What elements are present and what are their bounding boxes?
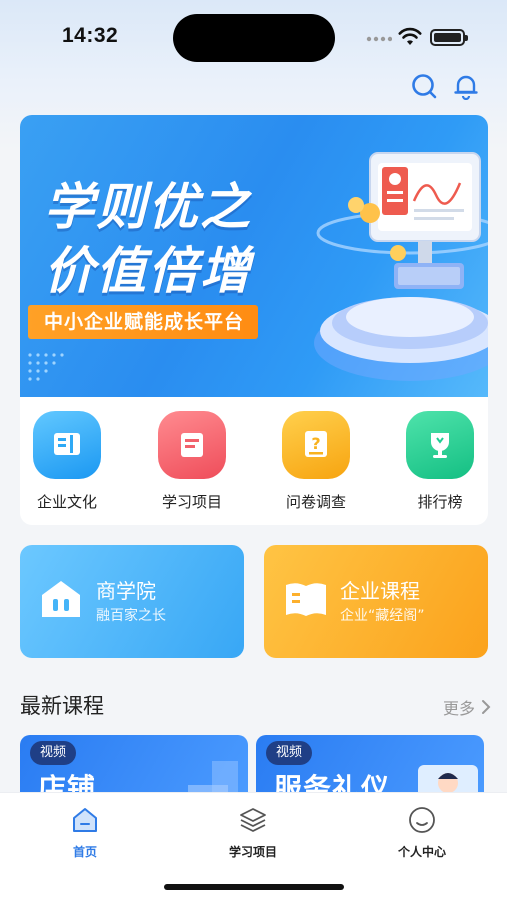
quick-nav-projects[interactable]: 学习项目: [142, 411, 242, 512]
dynamic-island: [173, 14, 335, 62]
quick-nav-ranking[interactable]: 排行榜: [390, 411, 490, 512]
smile-icon: [409, 807, 435, 833]
tab-label: 首页: [72, 845, 97, 859]
card-subtitle: 融百家之长: [96, 608, 166, 624]
home-indicator: [164, 884, 344, 890]
wifi-icon: [398, 27, 422, 45]
quick-nav-label: 学习项目: [161, 493, 222, 511]
course-badge: 视频: [266, 741, 313, 765]
tab-label: 学习项目: [228, 845, 277, 859]
search-icon[interactable]: [410, 72, 438, 100]
computer-illustration: [314, 152, 488, 381]
tab-label: 个人中心: [397, 845, 446, 859]
more-label: 更多: [442, 699, 475, 718]
banner-headline-2: 价值倍增: [44, 242, 252, 300]
business-school-card[interactable]: 商学院 融百家之长: [20, 545, 244, 658]
battery-icon: [430, 29, 468, 46]
home-icon: [73, 808, 97, 832]
school-icon: [42, 581, 80, 617]
document-icon: [33, 411, 101, 479]
section-title: 最新课程: [20, 694, 104, 718]
quick-nav-label: 排行榜: [417, 493, 463, 511]
question-icon: ?: [282, 411, 350, 479]
svg-text:?: ?: [311, 434, 320, 453]
company-courses-card[interactable]: 企业课程 企业“藏经阁”: [264, 545, 488, 658]
tab-home[interactable]: 首页: [25, 805, 145, 860]
trophy-icon: [406, 411, 474, 479]
banner-tagline: 中小企业赋能成长平台: [28, 305, 259, 339]
quick-nav-survey[interactable]: ? 问卷调查: [266, 411, 366, 512]
tab-projects[interactable]: 学习项目: [193, 805, 313, 860]
card-title: 商学院: [96, 579, 156, 603]
list-icon: [158, 411, 226, 479]
quick-nav-label: 问卷调查: [285, 493, 346, 511]
quick-nav-label: 企业文化: [36, 493, 97, 511]
more-link[interactable]: 更多: [443, 695, 491, 719]
quick-nav-culture[interactable]: 企业文化: [17, 411, 117, 512]
banner-headline-1: 学则优之: [44, 178, 252, 236]
book-icon: [286, 583, 326, 616]
course-badge: 视频: [30, 741, 77, 765]
signal-icon: [366, 36, 392, 42]
chevron-right-icon: [482, 700, 491, 714]
card-subtitle: 企业“藏经阁”: [340, 608, 425, 624]
status-time: 14:32: [62, 24, 119, 47]
promo-banner[interactable]: 学则优之 价值倍增 中小企业赋能成长平台: [20, 115, 488, 397]
status-bar: 14:32: [0, 0, 507, 80]
tab-profile[interactable]: 个人中心: [362, 805, 482, 860]
decorative-dots: [28, 353, 64, 381]
card-title: 企业课程: [340, 579, 420, 603]
bell-icon[interactable]: [452, 72, 480, 100]
quick-nav: 企业文化 学习项目 ? 问卷调查 排行榜: [20, 397, 488, 525]
layers-icon: [240, 808, 266, 832]
